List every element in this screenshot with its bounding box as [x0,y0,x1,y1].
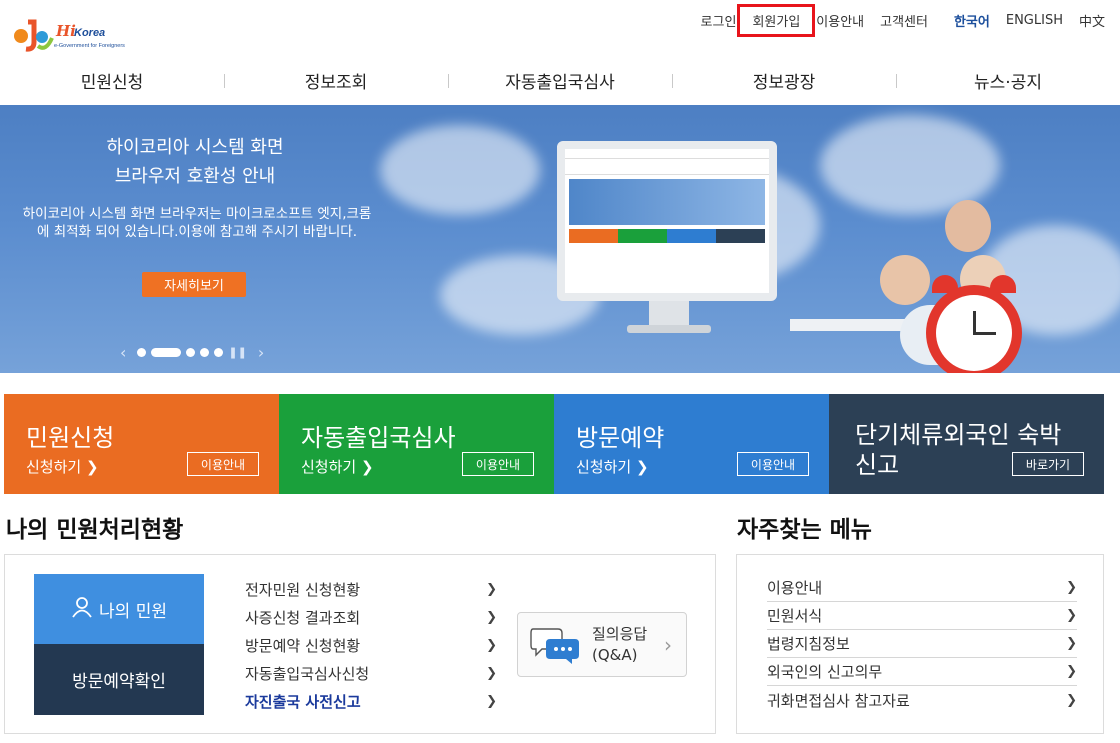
nav-news-notice[interactable]: 뉴스·공지 [896,55,1120,105]
person-illustration [880,255,930,305]
lang-korean[interactable]: 한국어 [946,11,998,30]
status-link-list: 전자민원 신청현황 ❯ 사증신청 결과조회 ❯ 방문예약 신청현황 ❯ 자동출입국심사… [245,575,497,715]
hero-detail-button[interactable]: 자세히보기 [142,272,246,297]
status-link-visa-result[interactable]: 사증신청 결과조회 ❯ [245,603,497,631]
tile-civil-application[interactable]: 민원신청 신청하기 ❯ 이용안내 [4,394,279,494]
chevron-right-icon: › [664,633,672,657]
freq-item-report-duty[interactable]: 외국인의 신고의무 ❯ [767,658,1077,686]
nav-info-lookup[interactable]: 정보조회 [224,55,448,105]
my-status-panel: 나의 민원 방문예약확인 전자민원 신청현황 ❯ 사증신청 결과조회 ❯ 방문예약 … [4,554,716,734]
prev-slide-icon[interactable]: ‹ [120,343,126,362]
chevron-right-icon: ❯ [1066,692,1077,708]
chevron-right-icon: ❯ [486,693,497,709]
customer-center-link[interactable]: 고객센터 [872,11,936,30]
pause-icon[interactable]: ❚❚ [228,346,246,359]
tile-auto-immigration[interactable]: 자동출입국심사 신청하기 ❯ 이용안내 [279,394,554,494]
hero-banner: 하이코리아 시스템 화면 브라우저 호환성 안내 하이코리아 시스템 화면 브라… [0,105,1120,373]
signup-link[interactable]: 회원가입 [737,4,816,37]
chat-bubbles-icon [530,625,580,665]
lang-english[interactable]: ENGLISH [998,13,1071,28]
slide-dot[interactable] [214,348,224,357]
my-status-heading: 나의 민원처리현황 [6,517,184,543]
slide-pager: ‹ ❚❚ › [114,343,270,362]
chevron-right-icon: ❯ [1066,636,1077,651]
guide-link[interactable]: 이용안내 [808,11,872,30]
utility-links: 로그인 회원가입 이용안내 고객센터 한국어 ENGLISH 中文 [693,4,1105,37]
status-link-voluntary-departure[interactable]: 자진출국 사전신고 ❯ [245,687,497,715]
hero-title-line1: 하이코리아 시스템 화면 [106,137,284,158]
slide-dot[interactable] [200,348,210,357]
frequent-menu-heading: 자주찾는 메뉴 [737,517,872,543]
tile-apply-link[interactable]: 신청하기 ❯ [26,456,99,477]
cloud [380,125,540,215]
tile-visit-reservation[interactable]: 방문예약 신청하기 ❯ 이용안내 [554,394,829,494]
tile-guide-button[interactable]: 이용안내 [462,452,534,476]
logo-hi: Hi [55,22,76,40]
tile-title: 자동출입국심사 [301,424,456,452]
monitor-illustration [557,141,777,333]
freq-item-forms[interactable]: 민원서식 ❯ [767,602,1077,630]
chevron-right-icon: ❯ [360,458,374,476]
top-bar: Hi Korea e-Government for Foreigners 로그인… [0,0,1120,55]
chevron-right-icon: ❯ [486,665,497,681]
freq-item-guide[interactable]: 이용안내 ❯ [767,574,1077,602]
chevron-right-icon: ❯ [486,609,497,625]
chevron-right-icon: ❯ [635,458,649,476]
slide-dot-active[interactable] [151,348,182,357]
tile-short-stay-report[interactable]: 단기체류외국인 숙박 신고 바로가기 [829,394,1104,494]
chevron-right-icon: ❯ [486,581,497,597]
chevron-right-icon: ❯ [85,458,99,476]
hero-description: 하이코리아 시스템 화면 브라우저는 마이크로소프트 엣지,크롬에 최적화 되어… [22,206,372,240]
nav-info-plaza[interactable]: 정보광장 [672,55,896,105]
slide-dot[interactable] [137,348,147,357]
nav-auto-immigration[interactable]: 자동출입국심사 [448,55,672,105]
monitor-screen [565,149,769,293]
login-link[interactable]: 로그인 [693,11,745,30]
alarm-clock-illustration [926,275,1022,373]
chevron-right-icon: ❯ [1066,608,1077,623]
tile-guide-button[interactable]: 이용안내 [187,452,259,476]
qna-label: 질의응답 (Q&A) [592,625,648,664]
chevron-right-icon: ❯ [486,637,497,653]
status-link-visit-status[interactable]: 방문예약 신청현황 ❯ [245,631,497,659]
my-buttons: 나의 민원 방문예약확인 [34,574,204,715]
freq-item-naturalization[interactable]: 귀화면접심사 참고자료 ❯ [767,686,1077,714]
visit-check-button[interactable]: 방문예약확인 [34,644,204,715]
freq-item-laws[interactable]: 법령지침정보 ❯ [767,630,1077,658]
hero-title: 하이코리아 시스템 화면 브라우저 호환성 안내 [60,133,330,191]
logo-sub: e-Government for Foreigners [54,43,125,49]
logo-korea: Korea [74,27,105,39]
lang-chinese[interactable]: 中文 [1071,11,1105,30]
hikorea-logo[interactable]: Hi Korea e-Government for Foreigners [12,16,132,54]
quick-service-tiles: 민원신청 신청하기 ❯ 이용안내 자동출입국심사 신청하기 ❯ 이용안내 방문예… [4,394,1104,494]
nav-civil-application[interactable]: 민원신청 [0,55,224,105]
chevron-right-icon: ❯ [1066,580,1077,595]
tile-shortcut-button[interactable]: 바로가기 [1012,452,1084,476]
status-link-auto-immigration[interactable]: 자동출입국심사신청 ❯ [245,659,497,687]
next-slide-icon[interactable]: › [258,343,264,362]
tile-title: 방문예약 [576,424,665,452]
slide-dot[interactable] [186,348,196,357]
frequent-menu-panel: 이용안내 ❯ 민원서식 ❯ 법령지침정보 ❯ 외국인의 신고의무 ❯ 귀화면접심사 참고… [736,554,1104,734]
tile-apply-link[interactable]: 신청하기 ❯ [301,456,374,477]
person-illustration [945,200,991,252]
status-link-e-civil[interactable]: 전자민원 신청현황 ❯ [245,575,497,603]
main-nav: 민원신청 정보조회 자동출입국심사 정보광장 뉴스·공지 [0,55,1120,105]
chevron-right-icon: ❯ [1066,664,1077,679]
tile-guide-button[interactable]: 이용안내 [737,452,809,476]
tile-apply-link[interactable]: 신청하기 ❯ [576,456,649,477]
hero-title-line2: 브라우저 호환성 안내 [114,166,276,187]
tile-title: 민원신청 [26,424,115,452]
qna-button[interactable]: 질의응답 (Q&A) › [517,612,687,677]
user-icon [71,596,93,623]
my-civil-button[interactable]: 나의 민원 [34,574,204,644]
